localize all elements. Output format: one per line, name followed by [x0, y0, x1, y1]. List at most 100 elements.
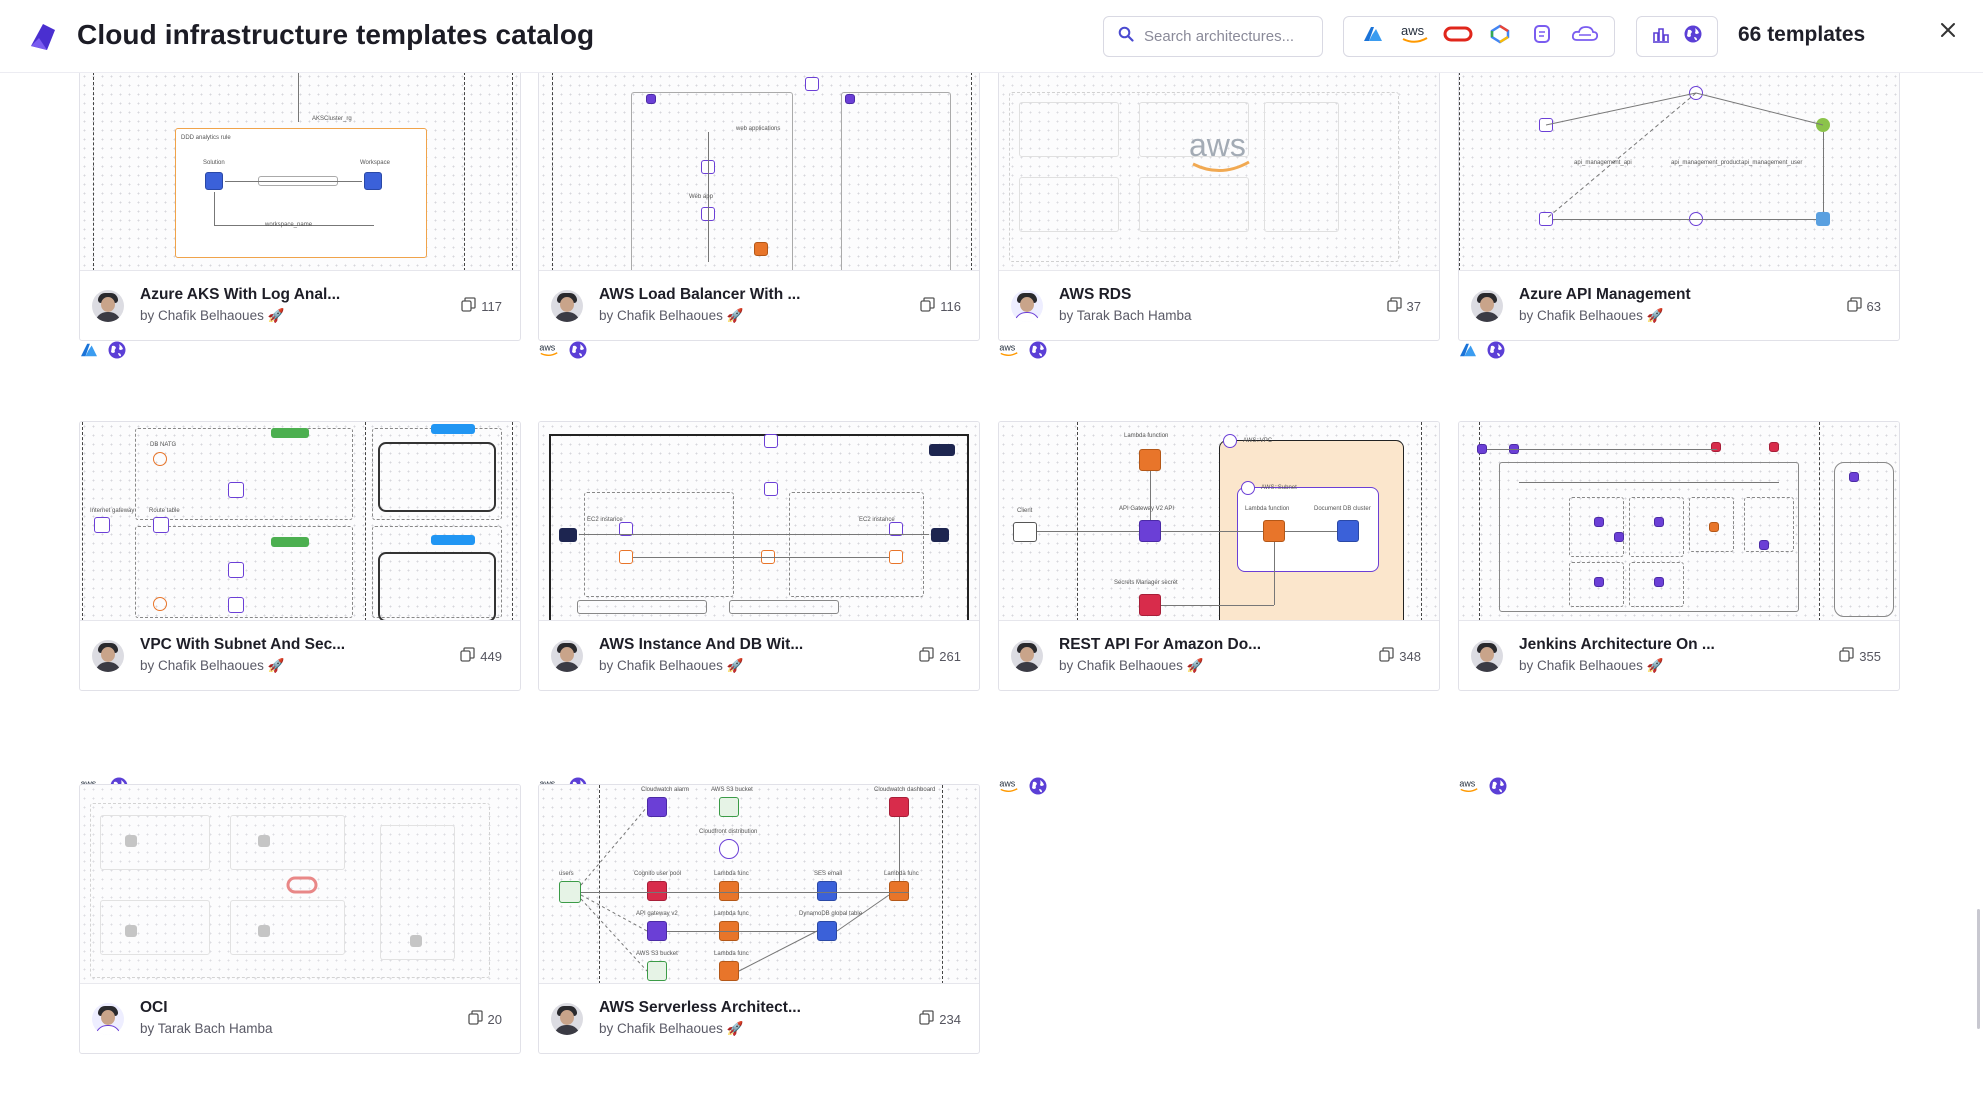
template-info: VPC With Subnet And Sec... by Chafik Bel… — [80, 621, 520, 690]
template-name: OCI — [140, 999, 168, 1016]
aws-icon: aws — [1458, 778, 1480, 794]
template-card[interactable]: AWS::VPC AWS::Subnet Lambda function Doc… — [998, 421, 1440, 691]
template-card[interactable]: AKSCluster_rg DDD analytics rule Solutio… — [79, 73, 521, 341]
template-preview: AWS::VPC AWS::Subnet Lambda function Doc… — [999, 422, 1439, 621]
template-name: VPC With Subnet And Sec... — [140, 636, 346, 653]
template-card[interactable]: api_management_api api_management_produc… — [1458, 73, 1900, 341]
template-name: Azure API Management — [1519, 286, 1691, 303]
template-name: Jenkins Architecture On ... — [1519, 636, 1715, 653]
clone-count: 234 — [919, 1010, 961, 1028]
aws-filter-button[interactable]: aws — [1398, 22, 1432, 52]
globe-icon — [1028, 340, 1048, 360]
rocket-icon: 🚀 — [726, 1021, 744, 1036]
gcp-icon — [1489, 24, 1511, 49]
template-card[interactable]: OCI by Tarak Bach Hamba 20 — [79, 784, 521, 1054]
template-card[interactable]: Jenkins Architecture On ... by Chafik Be… — [1458, 421, 1900, 691]
template-preview: Cloudwatch alarm AWS S3 bucket Cloudwatc… — [539, 785, 979, 984]
template-name: REST API For Amazon Do... — [1059, 636, 1262, 653]
template-preview: aws — [999, 73, 1439, 271]
clone-count: 116 — [920, 297, 961, 315]
template-author: by Tarak Bach Hamba — [1059, 308, 1192, 323]
stats-filter-button[interactable] — [1645, 22, 1677, 52]
oracle-watermark-icon — [286, 875, 318, 900]
rocket-icon: 🚀 — [267, 308, 285, 323]
chart-icon — [1651, 24, 1671, 49]
public-filter-button[interactable] — [1677, 22, 1709, 52]
author-avatar — [92, 640, 124, 672]
chatgpt-filter-button[interactable] — [1525, 22, 1559, 52]
template-preview — [1459, 422, 1899, 621]
copy-icon — [1839, 647, 1854, 665]
azure-icon — [1362, 25, 1384, 48]
author-avatar — [551, 290, 583, 322]
search-input[interactable] — [1144, 28, 1304, 45]
template-card[interactable]: aws AWS RDS by Tarak Bach Hamba 37 — [998, 73, 1440, 341]
svg-text:aws: aws — [999, 343, 1015, 353]
clone-count: 63 — [1846, 297, 1881, 315]
template-author: by Chafik Belhaoues 🚀 — [1059, 658, 1204, 673]
template-author: by Chafik Belhaoues 🚀 — [140, 308, 285, 323]
template-preview: AKSCluster_rg DDD analytics rule Solutio… — [80, 73, 520, 271]
close-icon — [1940, 22, 1956, 43]
copy-icon — [461, 297, 476, 315]
template-card[interactable]: DB NATG Internet gateway Route table VPC… — [79, 421, 521, 691]
cloud-filter-button[interactable] — [1568, 22, 1602, 52]
azure-icon — [1458, 342, 1478, 358]
app-logo-icon — [25, 20, 59, 54]
clone-count: 348 — [1379, 647, 1421, 665]
aws-icon: aws — [1399, 23, 1431, 50]
template-info: Azure AKS With Log Anal... by Chafik Bel… — [80, 271, 520, 340]
gcp-filter-button[interactable] — [1483, 22, 1517, 52]
svg-text:aws: aws — [1189, 128, 1246, 163]
template-info: AWS RDS by Tarak Bach Hamba 37 — [999, 271, 1439, 340]
aws-icon: aws — [998, 342, 1020, 358]
template-author: by Chafik Belhaoues 🚀 — [1519, 308, 1664, 323]
template-preview: Web app web applications — [539, 73, 979, 271]
rocket-icon: 🚀 — [1646, 308, 1664, 323]
page-title: Cloud infrastructure templates catalog — [77, 19, 595, 50]
author-avatar — [92, 1003, 124, 1035]
svg-text:aws: aws — [1401, 23, 1425, 38]
template-author: by Chafik Belhaoues 🚀 — [1519, 658, 1664, 673]
author-avatar — [1011, 290, 1043, 322]
oracle-filter-button[interactable] — [1441, 22, 1475, 52]
template-info: Jenkins Architecture On ... by Chafik Be… — [1459, 621, 1899, 690]
template-name: AWS Load Balancer With ... — [599, 286, 801, 303]
template-card[interactable]: Web app web applications AWS Load Balanc… — [538, 73, 980, 341]
provider-tags: aws — [1458, 774, 1508, 798]
rocket-icon: 🚀 — [726, 308, 744, 323]
close-button[interactable] — [1935, 19, 1961, 45]
azure-filter-button[interactable] — [1356, 22, 1390, 52]
template-card[interactable]: EC2 instance EC2 instance AWS Instance A… — [538, 421, 980, 691]
scrollbar-thumb[interactable] — [1977, 909, 1980, 1029]
svg-text:aws: aws — [999, 779, 1015, 789]
copy-icon — [1379, 647, 1394, 665]
copy-icon — [1846, 297, 1862, 315]
aws-icon: aws — [998, 778, 1020, 794]
globe-icon — [1683, 24, 1703, 49]
cloud-icon — [1570, 24, 1600, 49]
template-info: OCI by Tarak Bach Hamba 20 — [80, 984, 520, 1053]
template-info: AWS Load Balancer With ... by Chafik Bel… — [539, 271, 979, 340]
template-card[interactable]: Cloudwatch alarm AWS S3 bucket Cloudwatc… — [538, 784, 980, 1054]
clone-count: 355 — [1839, 647, 1881, 665]
rocket-icon: 🚀 — [726, 658, 744, 673]
clone-count: 117 — [461, 297, 502, 315]
globe-icon — [107, 340, 127, 360]
template-author: by Chafik Belhaoues 🚀 — [599, 308, 744, 323]
template-preview: api_management_api api_management_produc… — [1459, 73, 1899, 271]
template-author: by Chafik Belhaoues 🚀 — [140, 658, 285, 673]
search-box[interactable] — [1103, 16, 1323, 57]
rocket-icon: 🚀 — [267, 658, 285, 673]
copy-icon — [460, 647, 475, 665]
template-count: 66 templates — [1738, 23, 1866, 46]
copy-icon — [919, 647, 934, 665]
template-info: AWS Serverless Architect... by Chafik Be… — [539, 984, 979, 1053]
template-name: AWS Instance And DB Wit... — [599, 636, 804, 653]
author-avatar — [1471, 290, 1503, 322]
template-author: by Chafik Belhaoues 🚀 — [599, 658, 744, 673]
template-author: by Chafik Belhaoues 🚀 — [599, 1021, 744, 1036]
template-info: AWS Instance And DB Wit... by Chafik Bel… — [539, 621, 979, 690]
author-avatar — [1471, 640, 1503, 672]
catalog-header: Cloud infrastructure templates catalog a… — [0, 0, 1983, 73]
